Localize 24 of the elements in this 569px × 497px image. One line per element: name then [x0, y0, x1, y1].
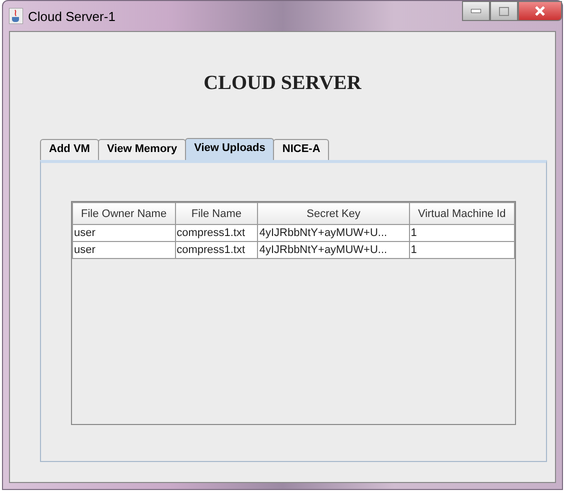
window-title: Cloud Server-1: [28, 8, 116, 24]
column-header[interactable]: File Name: [175, 202, 258, 224]
table-cell: user: [72, 242, 176, 258]
column-header[interactable]: Secret Key: [258, 202, 410, 224]
tab[interactable]: Add VM: [40, 139, 99, 160]
minimize-icon: [471, 9, 481, 13]
table-cell: 1: [409, 224, 514, 242]
java-cup-icon: [9, 8, 23, 24]
maximize-icon: [499, 6, 509, 16]
column-header[interactable]: Virtual Machine Id: [409, 202, 514, 224]
table-cell: user: [72, 224, 176, 242]
app-heading: CLOUD SERVER: [202, 72, 362, 96]
table-cell: compress1.txt: [175, 242, 258, 258]
table-cell: 1: [409, 242, 514, 258]
table-cell: 4yIJRbbNtY+ayMUW+U...: [258, 242, 410, 258]
tab[interactable]: NICE-A: [273, 139, 330, 160]
table-cell: compress1.txt: [175, 224, 258, 242]
tab[interactable]: View Uploads: [185, 138, 274, 160]
close-icon: [535, 6, 545, 16]
close-button[interactable]: [518, 1, 562, 21]
column-header[interactable]: File Owner Name: [72, 202, 176, 224]
table-cell: 4yIJRbbNtY+ayMUW+U...: [258, 224, 410, 242]
maximize-button[interactable]: [490, 1, 518, 21]
minimize-button[interactable]: [462, 1, 490, 21]
